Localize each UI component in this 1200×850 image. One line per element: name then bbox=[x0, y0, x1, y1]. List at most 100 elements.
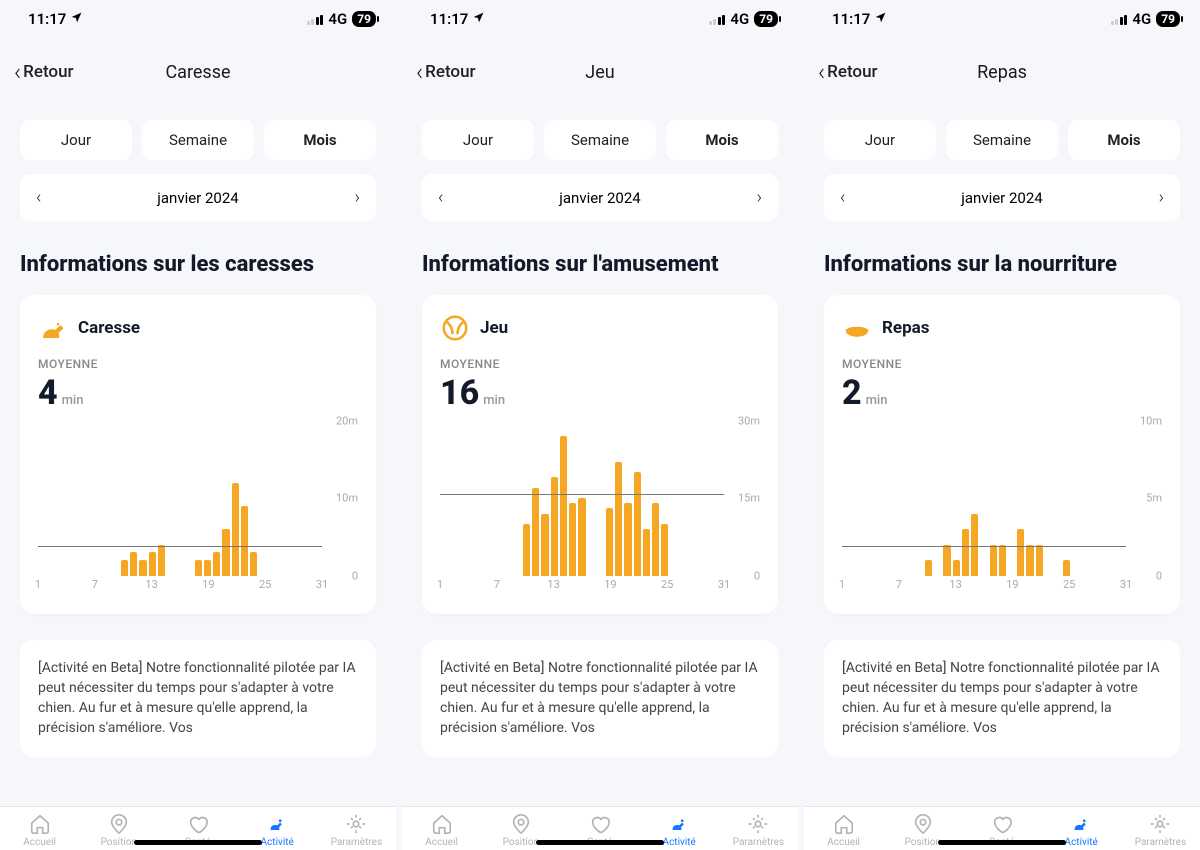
x-tick: 13 bbox=[145, 578, 157, 591]
card-title: Repas bbox=[882, 318, 929, 338]
segment-week[interactable]: Semaine bbox=[142, 120, 254, 160]
average-value: 2 bbox=[842, 373, 862, 413]
x-tick: 19 bbox=[202, 578, 214, 591]
signal-icon bbox=[307, 14, 324, 25]
chart-bar bbox=[541, 514, 548, 576]
back-label: Retour bbox=[23, 62, 73, 82]
segment-week[interactable]: Semaine bbox=[946, 120, 1058, 160]
tab-settings[interactable]: Paramètres bbox=[719, 813, 798, 848]
beta-info-card: [Activité en Beta] Notre fonctionnalité … bbox=[20, 640, 376, 757]
battery-icon: 79 bbox=[352, 11, 376, 27]
y-tick: 30m bbox=[738, 414, 760, 427]
chevron-left-icon: ‹ bbox=[416, 60, 423, 84]
tab-settings[interactable]: Paramètres bbox=[317, 813, 396, 848]
segment-day[interactable]: Jour bbox=[824, 120, 936, 160]
signal-icon bbox=[709, 14, 726, 25]
chart-bar bbox=[241, 506, 248, 576]
segment-month[interactable]: Mois bbox=[264, 120, 376, 160]
tab-home[interactable]: Accueil bbox=[0, 813, 79, 848]
tab-settings[interactable]: Paramètres bbox=[1121, 813, 1200, 848]
home-indicator[interactable] bbox=[134, 840, 262, 845]
prev-period-button[interactable]: ‹ bbox=[36, 187, 41, 208]
ball-icon bbox=[440, 313, 470, 343]
back-button[interactable]: ‹ Retour bbox=[416, 60, 476, 84]
period-label: janvier 2024 bbox=[157, 189, 238, 207]
chart-bar bbox=[1017, 529, 1024, 576]
chart-bar bbox=[606, 508, 613, 575]
chart-bar bbox=[204, 560, 211, 576]
segment-month[interactable]: Mois bbox=[1068, 120, 1180, 160]
x-tick: 1 bbox=[839, 578, 845, 591]
segment-day[interactable]: Jour bbox=[20, 120, 132, 160]
average-line bbox=[842, 546, 1126, 547]
chart-bar bbox=[523, 524, 530, 576]
segment-month[interactable]: Mois bbox=[666, 120, 778, 160]
chart-bar bbox=[925, 560, 932, 576]
segment-day[interactable]: Jour bbox=[422, 120, 534, 160]
chart-bar bbox=[250, 552, 257, 575]
y-tick: 10m bbox=[336, 492, 358, 505]
x-tick: 1 bbox=[437, 578, 443, 591]
y-tick: 0 bbox=[1156, 569, 1162, 582]
back-label: Retour bbox=[425, 62, 475, 82]
next-period-button[interactable]: › bbox=[1159, 187, 1164, 208]
home-indicator[interactable] bbox=[536, 840, 664, 845]
chart-bar bbox=[1036, 545, 1043, 576]
prev-period-button[interactable]: ‹ bbox=[840, 187, 845, 208]
chart-bar bbox=[532, 488, 539, 576]
next-period-button[interactable]: › bbox=[355, 187, 360, 208]
average-value: 4 bbox=[38, 373, 58, 413]
back-button[interactable]: ‹ Retour bbox=[14, 60, 74, 84]
average-label: MOYENNE bbox=[440, 357, 760, 371]
tab-home[interactable]: Accueil bbox=[804, 813, 883, 848]
battery-icon: 79 bbox=[754, 11, 778, 27]
status-time: 11:17 bbox=[28, 10, 66, 28]
y-tick: 15m bbox=[738, 492, 760, 505]
chevron-left-icon: ‹ bbox=[14, 60, 21, 84]
chart-bar bbox=[652, 503, 659, 575]
battery-icon: 79 bbox=[1156, 11, 1180, 27]
location-arrow-icon bbox=[874, 10, 887, 28]
x-tick: 19 bbox=[1006, 578, 1018, 591]
x-tick: 25 bbox=[661, 578, 673, 591]
chart-bar bbox=[149, 552, 156, 575]
nav-header: ‹ Retour Jeu bbox=[402, 32, 798, 94]
x-tick: 13 bbox=[949, 578, 961, 591]
chart-bar bbox=[943, 545, 950, 576]
location-arrow-icon bbox=[472, 10, 485, 28]
chart-bar bbox=[1026, 545, 1033, 576]
back-button[interactable]: ‹ Retour bbox=[818, 60, 878, 84]
status-bar: 11:17 4G 79 bbox=[804, 0, 1200, 32]
next-period-button[interactable]: › bbox=[757, 187, 762, 208]
nav-header: ‹ Retour Repas bbox=[804, 32, 1200, 94]
segment-week[interactable]: Semaine bbox=[544, 120, 656, 160]
prev-period-button[interactable]: ‹ bbox=[438, 187, 443, 208]
status-bar: 11:17 4G 79 bbox=[0, 0, 396, 32]
chart-bar bbox=[634, 472, 641, 575]
chart-bar bbox=[232, 483, 239, 576]
x-tick: 7 bbox=[92, 578, 98, 591]
tab-home[interactable]: Accueil bbox=[402, 813, 481, 848]
network-label: 4G bbox=[328, 10, 347, 28]
section-title: Informations sur les caresses bbox=[20, 251, 376, 279]
bar-chart: 1713192531 30m15m0 bbox=[440, 421, 760, 596]
activity-card: Repas MOYENNE 2 min 1713192531 10m5m0 bbox=[824, 295, 1180, 614]
card-title: Jeu bbox=[480, 318, 508, 338]
beta-info-card: [Activité en Beta] Notre fonctionnalité … bbox=[824, 640, 1180, 757]
home-indicator[interactable] bbox=[938, 840, 1066, 845]
chart-bar bbox=[962, 529, 969, 576]
chart-bar bbox=[999, 545, 1006, 576]
activity-card: Caresse MOYENNE 4 min 1713192531 20m10m0 bbox=[20, 295, 376, 614]
average-unit: min bbox=[483, 393, 505, 408]
average-line bbox=[38, 546, 322, 547]
period-label: janvier 2024 bbox=[559, 189, 640, 207]
chart-bar bbox=[130, 552, 137, 575]
location-arrow-icon bbox=[70, 10, 83, 28]
page-title: Jeu bbox=[585, 62, 614, 83]
phone-screen: 11:17 4G 79 ‹ Retour Jeu Jour bbox=[402, 0, 798, 850]
section-title: Informations sur l'amusement bbox=[422, 251, 778, 279]
signal-icon bbox=[1111, 14, 1128, 25]
x-tick: 13 bbox=[547, 578, 559, 591]
average-line bbox=[440, 494, 724, 495]
average-unit: min bbox=[62, 393, 84, 408]
